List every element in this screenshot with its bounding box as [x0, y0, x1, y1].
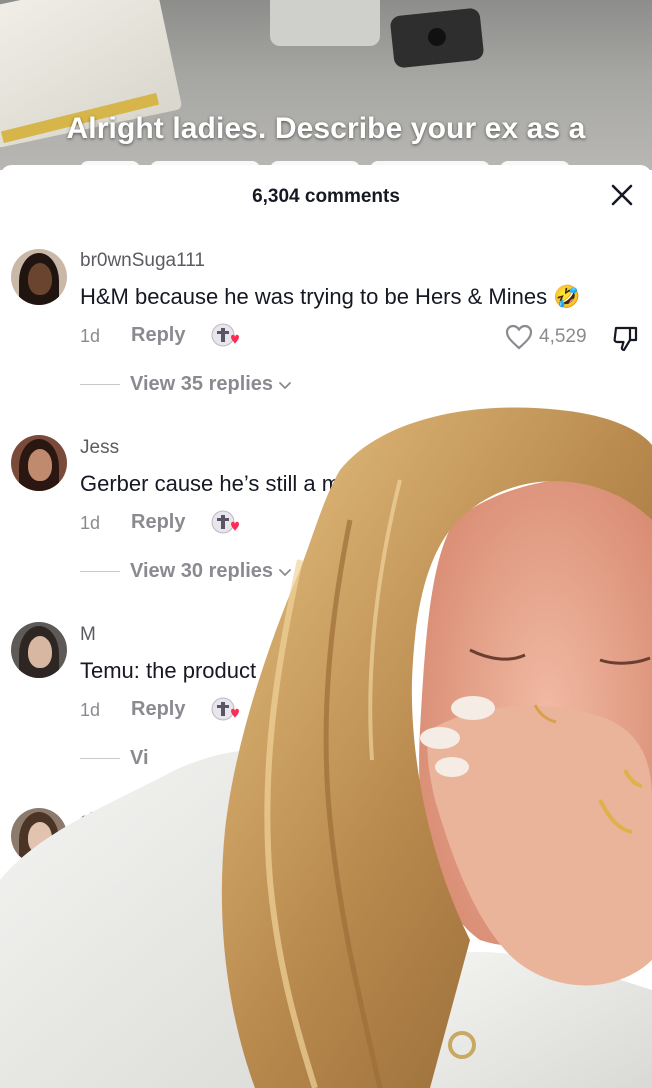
comment-time: 1d [80, 513, 101, 533]
comment-username[interactable]: Jess [80, 437, 119, 459]
comment-text: H&M because he was trying to be Hers & M… [80, 284, 581, 310]
comment-username[interactable]: M [80, 624, 96, 646]
video-background: Alright ladies. Describe your ex as a [0, 0, 652, 170]
avatar[interactable] [11, 435, 67, 491]
comment-time: 1d [80, 326, 101, 346]
creator-liked-icon [211, 697, 241, 723]
comment-item: M Temu: the product 1d Reply Vi [0, 539, 652, 769]
car-ceiling-light [270, 0, 380, 46]
avatar[interactable] [11, 249, 67, 305]
comment-username[interactable]: br0wnSuga111 [80, 250, 205, 272]
comment-body: H&M because he was trying to be Hers & M… [80, 284, 548, 309]
comment-text: Gerber cause he’s still a m [80, 471, 341, 496]
like-button[interactable]: 4,529 [505, 324, 587, 350]
thumbs-down-icon [613, 326, 638, 352]
heart-outline-icon [505, 324, 533, 350]
avatar[interactable] [11, 808, 67, 864]
comment-item: br0wnSuga111 H&M because he was trying t… [0, 165, 652, 395]
comment-item: Jess Gerber cause he’s still a m 1d Repl… [0, 352, 652, 582]
reply-button[interactable]: Reply [131, 698, 185, 721]
comment-time: 1d [80, 700, 101, 720]
creator-liked-icon [211, 323, 241, 349]
like-count: 4,529 [539, 326, 587, 347]
comment-item: ch [0, 725, 652, 905]
reply-button[interactable]: Reply [131, 324, 185, 347]
video-caption: Alright ladies. Describe your ex as a [66, 112, 586, 145]
avatar[interactable] [11, 622, 67, 678]
dash-camera [389, 7, 485, 69]
creator-liked-icon [211, 510, 241, 536]
comment-username[interactable]: ch [80, 810, 100, 832]
dislike-button[interactable] [611, 323, 641, 353]
reply-button[interactable]: Reply [131, 511, 185, 534]
laughing-emoji-icon: 🤣 [553, 284, 581, 309]
comment-text: Temu: the product [80, 658, 257, 683]
